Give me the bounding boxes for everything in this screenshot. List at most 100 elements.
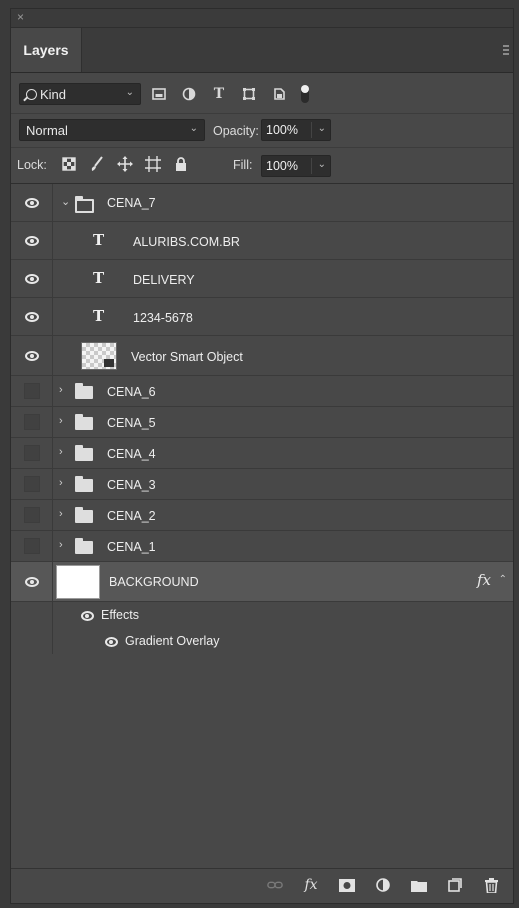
eye-icon	[24, 350, 39, 361]
folder-icon	[75, 445, 93, 461]
visibility-toggle[interactable]	[11, 260, 53, 297]
layer-effects-icon[interactable]: fx	[477, 571, 491, 589]
blend-mode-value: Normal	[26, 122, 68, 138]
folder-icon	[75, 383, 93, 399]
lock-artboard-icon[interactable]	[145, 155, 161, 173]
layer-text-delivery[interactable]: T DELIVERY	[11, 260, 513, 298]
panel-bottom-toolbar: fx	[11, 868, 513, 903]
smart-object-badge-icon	[104, 359, 114, 367]
layer-group-cena-2[interactable]: › CENA_2	[11, 500, 513, 531]
panel-tab-bar: Layers	[11, 28, 513, 73]
layer-group-cena-3[interactable]: › CENA_3	[11, 469, 513, 500]
layer-style-icon[interactable]: fx	[303, 877, 319, 893]
panel-menu-icon[interactable]	[503, 45, 509, 55]
eye-icon[interactable]	[105, 637, 118, 647]
visibility-toggle[interactable]	[11, 500, 53, 530]
tab-layers[interactable]: Layers	[11, 28, 82, 72]
filter-toggle-icon[interactable]	[301, 85, 309, 103]
layer-name: DELIVERY	[133, 273, 195, 287]
visibility-toggle[interactable]	[11, 469, 53, 499]
layer-name: BACKGROUND	[109, 575, 199, 589]
background-thumbnail[interactable]	[56, 565, 100, 599]
fill-separator	[311, 158, 312, 174]
chevron-down-icon[interactable]: ⌄	[318, 159, 326, 170]
hidden-eye-box	[23, 538, 40, 554]
fill-field[interactable]: 100% ⌄	[261, 155, 331, 177]
lock-position-icon[interactable]	[117, 155, 133, 173]
eye-icon	[24, 576, 39, 587]
visibility-toggle[interactable]	[11, 376, 53, 406]
visibility-toggle[interactable]	[11, 298, 53, 335]
filter-kind-dropdown[interactable]: Kind ⌄	[19, 83, 141, 105]
visibility-toggle[interactable]	[11, 184, 53, 221]
opacity-separator	[311, 122, 312, 138]
folder-icon	[75, 414, 93, 430]
gradient-overlay-row[interactable]: Gradient Overlay	[11, 628, 513, 654]
hidden-eye-box	[23, 445, 40, 461]
blend-mode-dropdown[interactable]: Normal ⌄	[19, 119, 205, 141]
layer-vector-smart-object[interactable]: Vector Smart Object	[11, 336, 513, 376]
eye-icon[interactable]	[81, 611, 94, 621]
shape-filter-icon[interactable]	[241, 86, 257, 102]
filter-icons: T	[151, 83, 309, 105]
visibility-toggle[interactable]	[11, 438, 53, 468]
layer-group-cena-4[interactable]: › CENA_4	[11, 438, 513, 469]
hidden-eye-box	[23, 414, 40, 430]
lock-all-icon[interactable]	[173, 155, 189, 173]
new-group-icon[interactable]	[411, 877, 427, 893]
link-layers-icon[interactable]	[267, 877, 283, 893]
visibility-toggle[interactable]	[11, 407, 53, 437]
layer-name: ALURIBS.COM.BR	[133, 235, 240, 249]
eye-icon	[24, 197, 39, 208]
visibility-toggle[interactable]	[11, 562, 53, 601]
chevron-down-icon[interactable]: ⌄	[61, 195, 70, 208]
eye-icon	[24, 235, 39, 246]
layer-mask-icon[interactable]	[339, 877, 355, 893]
type-layer-icon: T	[93, 231, 105, 249]
layer-group-cena-6[interactable]: › CENA_6	[11, 376, 513, 407]
smart-object-thumbnail[interactable]	[81, 342, 117, 370]
opacity-field[interactable]: 100% ⌄	[261, 119, 331, 141]
chevron-down-icon: ⌄	[125, 87, 134, 98]
layer-background[interactable]: BACKGROUND fx ⌃	[11, 562, 513, 602]
gradient-overlay-label: Gradient Overlay	[125, 634, 220, 648]
layer-name: CENA_4	[107, 447, 156, 461]
effects-visibility-gutter	[11, 628, 53, 654]
visibility-toggle[interactable]	[11, 336, 53, 375]
lock-transparent-pixels-icon[interactable]	[61, 155, 77, 173]
hidden-eye-box	[23, 476, 40, 492]
chevron-right-icon[interactable]: ›	[59, 508, 63, 520]
chevron-right-icon[interactable]: ›	[59, 415, 63, 427]
new-layer-icon[interactable]	[447, 877, 463, 893]
visibility-toggle[interactable]	[11, 222, 53, 259]
chevron-right-icon[interactable]: ›	[59, 384, 63, 396]
delete-icon[interactable]	[483, 877, 499, 893]
type-filter-icon[interactable]: T	[211, 86, 227, 102]
chevron-right-icon[interactable]: ›	[59, 477, 63, 489]
adjustment-layer-icon[interactable]	[375, 877, 391, 893]
chevron-right-icon[interactable]: ›	[59, 539, 63, 551]
layer-group-cena-1[interactable]: › CENA_1	[11, 531, 513, 562]
smart-object-filter-icon[interactable]	[271, 86, 287, 102]
visibility-toggle[interactable]	[11, 531, 53, 561]
adjustment-filter-icon[interactable]	[181, 86, 197, 102]
lock-image-pixels-icon[interactable]	[89, 155, 105, 173]
chevron-right-icon[interactable]: ›	[59, 446, 63, 458]
layer-name: CENA_5	[107, 416, 156, 430]
chevron-up-icon[interactable]: ⌃	[499, 574, 507, 585]
layer-text-phone[interactable]: T 1234-5678	[11, 298, 513, 336]
close-panel-icon[interactable]: ×	[17, 10, 24, 24]
layer-group-cena-5[interactable]: › CENA_5	[11, 407, 513, 438]
blend-row: Normal ⌄ Opacity: 100% ⌄	[11, 113, 513, 148]
layer-group-cena-7[interactable]: ⌄ CENA_7	[11, 184, 513, 222]
chevron-down-icon[interactable]: ⌄	[318, 123, 326, 134]
image-filter-icon[interactable]	[151, 86, 167, 102]
folder-icon	[75, 507, 93, 523]
effects-row[interactable]: Effects	[11, 602, 513, 628]
layers-panel: × Layers Kind ⌄ T Normal ⌄ Opacity: 100%…	[10, 8, 514, 904]
layer-text-aluribs[interactable]: T ALURIBS.COM.BR	[11, 222, 513, 260]
opacity-value: 100%	[266, 123, 298, 137]
layer-name: CENA_7	[107, 196, 156, 210]
eye-icon	[24, 273, 39, 284]
folder-open-icon	[75, 196, 94, 213]
